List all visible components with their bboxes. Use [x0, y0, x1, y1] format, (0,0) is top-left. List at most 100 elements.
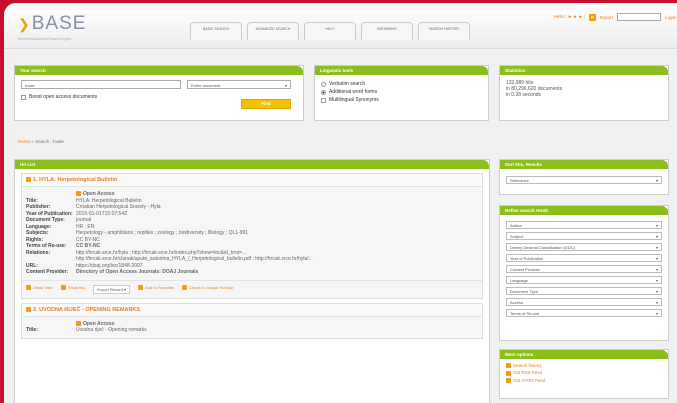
facet-label: Year of Publication: [510, 256, 544, 261]
field-value[interactable]: http://hrcak.srce.hr/clanak/upute_autori…: [76, 256, 478, 262]
field-key: Terms of Re-use:: [26, 243, 67, 250]
facet-label: Author: [510, 223, 522, 228]
field-value[interactable]: https://doaj.org/toc/1848-2007: [76, 263, 478, 269]
field-value: Uvodna riječ - Opening remarks: [76, 327, 147, 334]
field-key: Publisher:: [26, 204, 51, 211]
facet-year[interactable]: Year of Publication ▾: [506, 254, 662, 262]
word-forms-radio[interactable]: [321, 89, 326, 95]
record-field: Open Access: [26, 320, 478, 327]
facet-label: Dewey Decimal Classification (DDC): [510, 245, 575, 250]
rss-icon[interactable]: R: [588, 13, 596, 21]
synonyms-checkbox[interactable]: [321, 97, 326, 103]
facet-ddc[interactable]: Dewey Decimal Classification (DDC) ▾: [506, 243, 662, 251]
detail-view-link[interactable]: Detail View: [26, 285, 53, 294]
open-access-icon: [76, 191, 81, 197]
facet-language[interactable]: Language ▾: [506, 276, 662, 284]
facet-label: Language: [510, 278, 528, 283]
verbatim-option[interactable]: Verbatim search: [321, 81, 482, 87]
login-link[interactable]: Login: [665, 15, 676, 20]
record-title-text: 1. HYLA: Herpetological Bulletin: [33, 177, 118, 183]
field-key: Year of Publication:: [26, 210, 73, 217]
facet-document-type[interactable]: Document Type ▾: [506, 287, 662, 295]
tab-basic-search[interactable]: BASIC SEARCH: [190, 22, 242, 40]
facet-access[interactable]: Access ▾: [506, 298, 662, 306]
search-input[interactable]: hvale: [21, 80, 181, 89]
word-forms-label: Additional word forms: [329, 89, 378, 95]
stat-time: in 0.28 seconds: [506, 92, 542, 98]
record-fields: Open Access Title: Uvodna riječ - Opening…: [22, 317, 482, 338]
chevron-down-icon: ▾: [655, 311, 658, 316]
detail-view-label: Detail View: [33, 284, 53, 290]
chevron-down-icon: ▾: [284, 83, 287, 88]
record-title-link[interactable]: 2. UVODNA RIJEČ - OPENING REMARKS: [22, 303, 482, 317]
tab-browsing[interactable]: BROWSING: [361, 22, 413, 40]
breadcrumb-separator: »: [31, 139, 34, 144]
find-button[interactable]: Find: [241, 99, 291, 109]
facet-terms-reuse[interactable]: Terms of Re-use ▾: [506, 309, 662, 317]
synonyms-option[interactable]: Multilingual Synonyms: [321, 97, 482, 103]
add-favorites-link[interactable]: Add to Favorites: [137, 285, 174, 294]
word-forms-option[interactable]: Additional word forms: [321, 89, 482, 95]
boost-checkbox[interactable]: [21, 94, 26, 100]
result-record: 1. HYLA: Herpetological Bulletin Open Ac…: [21, 173, 483, 299]
open-access-icon: [76, 320, 81, 326]
sort-select[interactable]: Relevance ▾: [506, 176, 662, 184]
language-select[interactable]: [616, 13, 661, 21]
record-field: Language: HR ; EN: [26, 223, 478, 230]
field-value[interactable]: http://hrcak.srce.hr/hyla ; http://hrcak…: [76, 250, 478, 256]
chevron-down-icon: ▾: [655, 256, 658, 261]
record-field: Title: Uvodna riječ - Opening remarks: [26, 328, 478, 333]
hit-list-title: Hit List: [15, 160, 489, 169]
breadcrumb-current: Search : hvale: [35, 139, 64, 144]
facet-content-provider[interactable]: Content Provider ▾: [506, 265, 662, 273]
field-value: HR ; EN: [76, 223, 95, 230]
atom-feed-icon: [506, 377, 511, 383]
atom-feed-link[interactable]: Get ATOM Feed: [506, 378, 662, 383]
atom-feed-label: Get ATOM Feed: [513, 377, 546, 383]
verbatim-label: Verbatim search: [329, 81, 366, 87]
facet-label: Content Provider: [510, 267, 541, 272]
record-fields: Open Access Title: HYLA: Herpetological B…: [22, 187, 482, 280]
field-value[interactable]: CC BY-NC: [76, 243, 478, 249]
record-field: Publisher: Croatian Herpetological Societ…: [26, 204, 478, 211]
record-title-link[interactable]: 1. HYLA: Herpetological Bulletin: [22, 174, 482, 187]
open-access-label: Open Access: [83, 320, 115, 327]
facet-author[interactable]: Author ▾: [506, 221, 662, 229]
google-scholar-link[interactable]: Check in Google Scholar: [182, 285, 233, 294]
search-scope-select[interactable]: Entire document ▾: [187, 80, 291, 89]
checkbox-icon[interactable]: [26, 306, 31, 312]
tab-advanced-search[interactable]: ADVANCED SEARCH: [247, 22, 299, 40]
record-field: URL: https://doaj.org/toc/1848-2007: [26, 263, 478, 269]
sort-panel: Sort hits, Results Relevance ▾: [499, 159, 669, 195]
chevron-down-icon: ▾: [655, 267, 658, 272]
email-link[interactable]: Email this: [60, 285, 85, 294]
field-key: Title:: [26, 197, 38, 204]
rss-feed-link[interactable]: Get RSS Feed: [506, 370, 662, 376]
breadcrumb-home[interactable]: Home: [18, 139, 30, 144]
export-link[interactable]: Export: [600, 15, 613, 20]
facet-label: Subject: [510, 234, 524, 239]
checkbox-icon[interactable]: [26, 177, 31, 183]
tab-help[interactable]: HELP: [304, 22, 356, 40]
record-field: Content Provider: Directory of Open Acces…: [26, 269, 478, 275]
export-record-button[interactable]: Export Record ▾: [93, 284, 130, 294]
facet-subject[interactable]: Subject ▾: [506, 232, 662, 240]
user-links[interactable]: Hello ! ★ ★ ★ |: [554, 14, 585, 20]
record-actions: Detail View Email this Export Record ▾ A…: [22, 279, 482, 298]
boost-label: Boost open access documents: [29, 94, 98, 100]
field-value: journal: [76, 217, 92, 224]
linguistic-panel-title: Linguistic tools: [315, 66, 488, 75]
search-panel: Your search hvale Entire document ▾ Boos…: [14, 65, 304, 121]
boost-option[interactable]: Boost open access documents: [21, 94, 97, 100]
facet-label: Access: [510, 300, 523, 305]
chevron-down-icon: ▾: [655, 234, 658, 239]
field-value[interactable]: Directory of Open Access Journals: DOAJ …: [76, 269, 478, 275]
search-history-link[interactable]: Search history: [506, 363, 662, 369]
verbatim-radio[interactable]: [321, 81, 326, 87]
more-options-title: More options: [500, 350, 668, 359]
record-field: Subjects: Herpetology - amphibians ; rept…: [26, 230, 478, 236]
rss-feed-icon: [506, 370, 511, 376]
result-record: 2. UVODNA RIJEČ - OPENING REMARKS Open A…: [21, 302, 483, 339]
base-logo[interactable]: ❯BASE Bielefeld Academic Search Engine: [18, 13, 86, 41]
tab-search-history[interactable]: SEARCH HISTORY: [418, 22, 470, 40]
